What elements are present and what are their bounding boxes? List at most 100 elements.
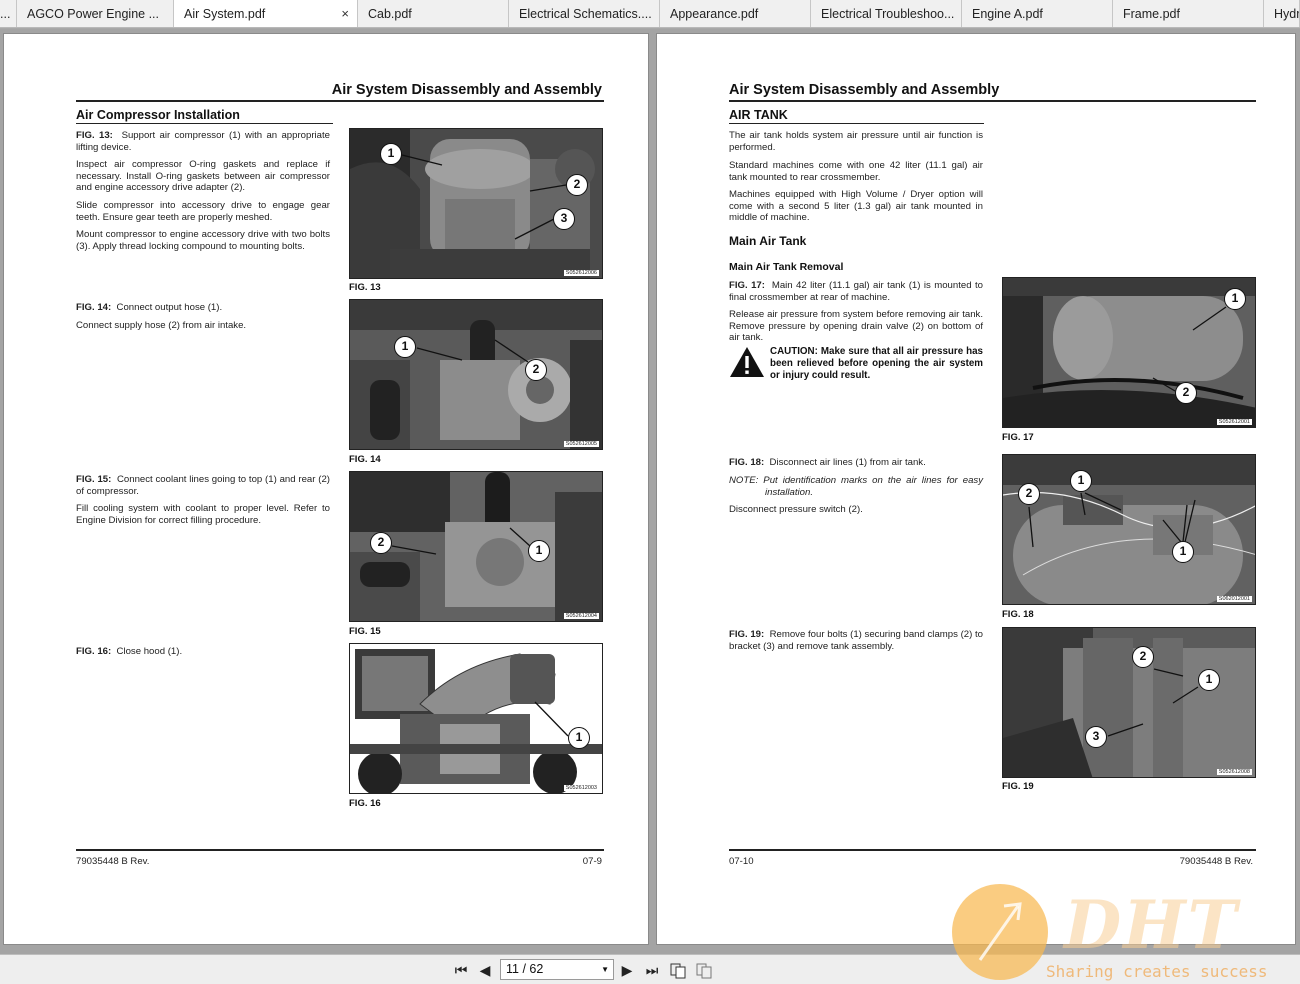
tab-cab[interactable]: Cab.pdf bbox=[358, 0, 509, 27]
tab-label: Air System.pdf bbox=[184, 7, 266, 21]
tab-label: Frame.pdf bbox=[1123, 7, 1180, 21]
fig16-step: FIG. 16: Close hood (1). bbox=[76, 646, 330, 658]
section-heading: Air Compressor Installation bbox=[76, 108, 240, 122]
callout-2: 2 bbox=[566, 174, 588, 196]
figure-code: S062012001 bbox=[1216, 596, 1252, 602]
pdf-page-right: Air System Disassembly and Assembly AIR … bbox=[656, 33, 1296, 945]
tab-label: ... bbox=[0, 7, 11, 21]
fig-ref: FIG. 16: bbox=[76, 646, 112, 657]
section-rule bbox=[76, 123, 333, 124]
fig13-para: Inspect air compressor O-ring gaskets an… bbox=[76, 159, 330, 194]
pdf-page-left: Air System Disassembly and Assembly Air … bbox=[3, 33, 649, 945]
figure-code: S052612008 bbox=[1216, 769, 1252, 775]
fig-ref: FIG. 18: bbox=[729, 457, 765, 468]
fig-ref: FIG. 13: bbox=[76, 130, 113, 141]
callout-1: 1 bbox=[1224, 288, 1246, 310]
tab-electrical-schematics[interactable]: Electrical Schematics.... bbox=[509, 0, 660, 27]
figure-label: FIG. 14 bbox=[349, 454, 381, 465]
title-rule bbox=[729, 100, 1256, 102]
page-number-input[interactable]: 11 / 62 ▼ bbox=[500, 959, 614, 980]
figure-code: S052612004 bbox=[563, 613, 599, 619]
fig17-photo: 1 2 S052612001 bbox=[1002, 277, 1256, 428]
fig19-photo: 2 1 3 S052612008 bbox=[1002, 627, 1256, 778]
copy-page-icon[interactable] bbox=[695, 961, 713, 979]
tab-label: Electrical Schematics.... bbox=[519, 7, 652, 21]
footer-doc-number: 79035448 B Rev. bbox=[1179, 856, 1253, 867]
title-rule bbox=[76, 100, 604, 102]
chevron-down-icon[interactable]: ▼ bbox=[601, 960, 609, 979]
step-text: Main 42 liter (11.1 gal) air tank (1) is… bbox=[729, 280, 983, 303]
fig18-step: FIG. 18: Disconnect air lines (1) from a… bbox=[729, 457, 983, 469]
step-text: Remove four bolts (1) securing band clam… bbox=[729, 629, 983, 652]
page-title: Air System Disassembly and Assembly bbox=[729, 82, 1000, 98]
fig17-para: Release air pressure from system before … bbox=[729, 309, 983, 344]
step-text: Connect output hose (1). bbox=[116, 302, 223, 313]
caution-block bbox=[729, 346, 765, 383]
callout-1: 1 bbox=[568, 727, 590, 749]
callout-1: 1 bbox=[380, 143, 402, 165]
figure-code: S052612006 bbox=[563, 270, 599, 276]
section-rule bbox=[729, 123, 984, 124]
figure-code: S052612003 bbox=[563, 785, 599, 791]
callout-3: 3 bbox=[553, 208, 575, 230]
callout-1: 1 bbox=[1070, 470, 1092, 492]
fig15-para: Fill cooling system with coolant to prop… bbox=[76, 503, 330, 526]
fig-ref: FIG. 15: bbox=[76, 474, 112, 485]
callout-3: 3 bbox=[1085, 726, 1107, 748]
figure-code: S052612005 bbox=[563, 441, 599, 447]
footer-rule bbox=[76, 849, 604, 851]
tab-agco-power-engine[interactable]: AGCO Power Engine ... bbox=[17, 0, 174, 27]
first-page-button[interactable]: ⏮ bbox=[452, 961, 470, 979]
fig16-photo: 1 S052612003 bbox=[349, 643, 603, 794]
note-text: NOTE: Put identification marks on the ai… bbox=[729, 475, 983, 498]
fig13-para: Mount compressor to engine accessory dri… bbox=[76, 229, 330, 252]
figure-label: FIG. 18 bbox=[1002, 609, 1034, 620]
intro-para: Machines equipped with High Volume / Dry… bbox=[729, 189, 983, 224]
callout-2: 2 bbox=[1175, 382, 1197, 404]
tab-appearance[interactable]: Appearance.pdf bbox=[660, 0, 811, 27]
fig17-step: FIG. 17: Main 42 liter (11.1 gal) air ta… bbox=[729, 280, 983, 303]
fig-ref: FIG. 19: bbox=[729, 629, 765, 640]
tab-label: AGCO Power Engine ... bbox=[27, 7, 160, 21]
figure-label: FIG. 16 bbox=[349, 798, 381, 809]
figure-label: FIG. 17 bbox=[1002, 432, 1034, 443]
callout-1: 1 bbox=[1172, 541, 1194, 563]
page-navigation-toolbar: ⏮ ◀ 11 / 62 ▼ ▶ ⏭ bbox=[0, 954, 1300, 984]
document-viewer[interactable]: Air System Disassembly and Assembly Air … bbox=[0, 29, 1300, 954]
fig13-para: Slide compressor into accessory drive to… bbox=[76, 200, 330, 223]
callout-1: 1 bbox=[394, 336, 416, 358]
subsection-heading: Main Air Tank bbox=[729, 234, 807, 248]
figure-label: FIG. 15 bbox=[349, 626, 381, 637]
close-tab-icon[interactable]: × bbox=[341, 0, 349, 27]
tab-label: Appearance.pdf bbox=[670, 7, 759, 21]
tab-engine-a[interactable]: Engine A.pdf bbox=[962, 0, 1113, 27]
step-text: Connect coolant lines going to top (1) a… bbox=[76, 474, 330, 497]
footer-rule bbox=[729, 849, 1256, 851]
caution-text: CAUTION: Make sure that all air pressure… bbox=[770, 346, 983, 381]
fig18-photo: 2 1 1 S062012001 bbox=[1002, 454, 1256, 605]
page-title: Air System Disassembly and Assembly bbox=[331, 82, 602, 98]
callout-2: 2 bbox=[370, 532, 392, 554]
callout-2: 2 bbox=[525, 359, 547, 381]
fig15-photo: 2 1 S052612004 bbox=[349, 471, 603, 622]
step-text: Disconnect air lines (1) from air tank. bbox=[769, 457, 926, 468]
footer-page-number: 07-10 bbox=[729, 856, 754, 867]
fig13-photo: 1 2 3 S052612006 bbox=[349, 128, 603, 279]
subsubsection-heading: Main Air Tank Removal bbox=[729, 261, 844, 273]
next-page-button[interactable]: ▶ bbox=[618, 961, 636, 979]
tab-electrical-troubleshooting[interactable]: Electrical Troubleshoo... bbox=[811, 0, 962, 27]
previous-page-button[interactable]: ◀ bbox=[476, 961, 494, 979]
tab-label: Hydr bbox=[1274, 7, 1300, 21]
fig14-photo: 1 2 S052612005 bbox=[349, 299, 603, 450]
tab-air-system[interactable]: Air System.pdf × bbox=[174, 0, 358, 27]
fig-ref: FIG. 14: bbox=[76, 302, 112, 313]
tab-hydraulics[interactable]: Hydr bbox=[1264, 0, 1300, 27]
tab-frame[interactable]: Frame.pdf bbox=[1113, 0, 1264, 27]
fig18-note: NOTE: Put identification marks on the ai… bbox=[729, 475, 983, 498]
tab-partial[interactable]: ... bbox=[0, 0, 17, 27]
last-page-button[interactable]: ⏭ bbox=[643, 961, 661, 979]
tab-label: Electrical Troubleshoo... bbox=[821, 7, 955, 21]
tab-label: Engine A.pdf bbox=[972, 7, 1043, 21]
tab-label: Cab.pdf bbox=[368, 7, 412, 21]
page-view-icon[interactable] bbox=[669, 961, 687, 979]
